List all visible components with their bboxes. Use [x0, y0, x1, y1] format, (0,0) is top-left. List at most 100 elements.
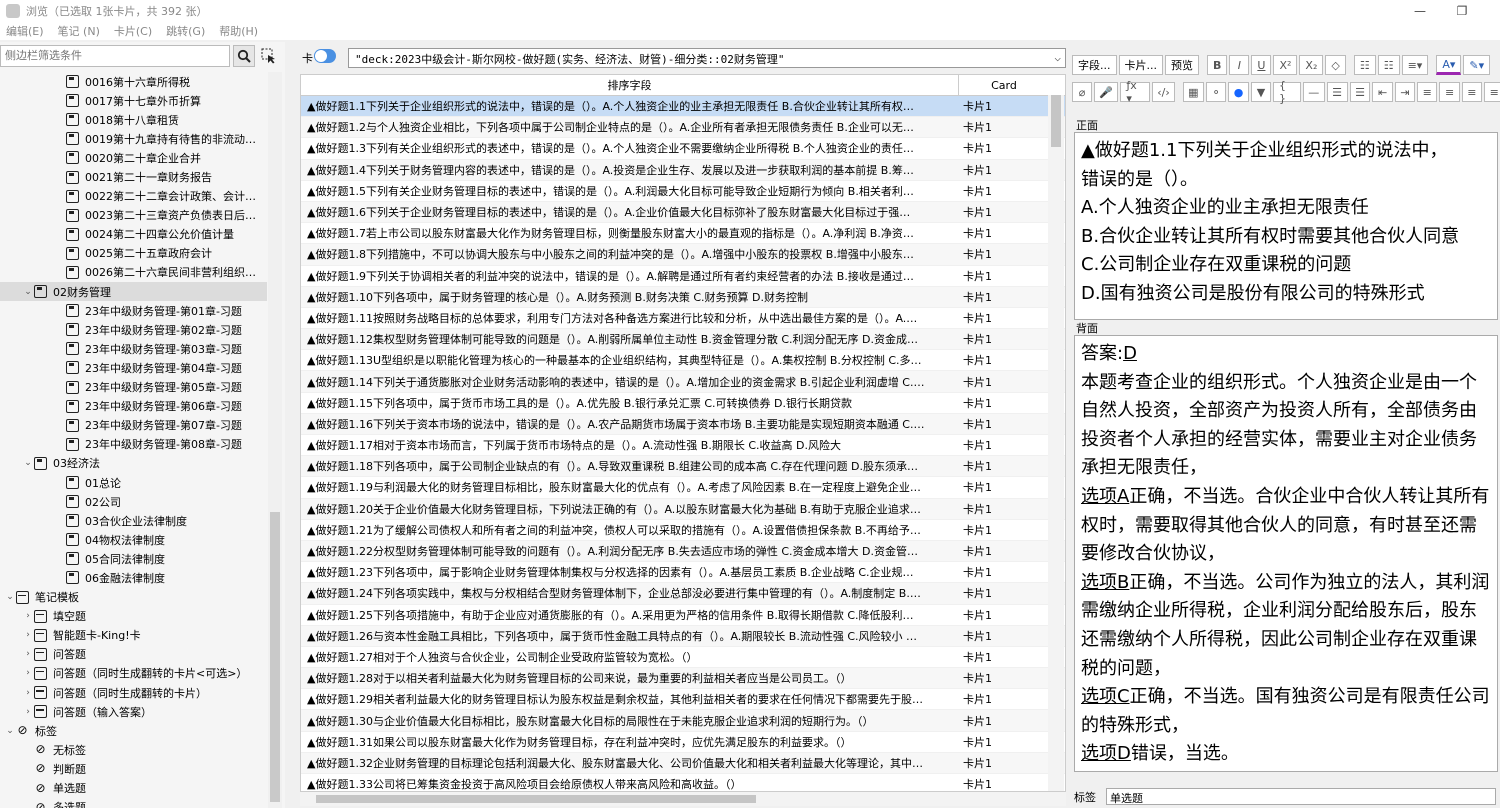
table-row[interactable]: ▲做好题1.8下列措施中，不可以协调大股东与中小股东之间的利益冲突的是（）。A.…: [301, 244, 1065, 266]
chevron-right-icon[interactable]: ›: [22, 707, 34, 717]
table-icon[interactable]: ▦: [1182, 82, 1204, 102]
table-row[interactable]: ▲做好题1.12集权型财务管理体制可能导致的问题是（）。A.削弱所属单位主动性 …: [301, 329, 1065, 351]
table-row[interactable]: ▲做好题1.26与资本性金融工具相比，下列各项中，属于货币性金融工具特点的有（）…: [301, 625, 1065, 647]
sidebar-tree-item[interactable]: 23年中级财务管理-第03章-习题: [0, 339, 267, 358]
minimize-button[interactable]: —: [1412, 3, 1428, 19]
cards-notes-toggle[interactable]: [314, 49, 336, 63]
chevron-right-icon[interactable]: ›: [22, 668, 34, 678]
menu-go[interactable]: 跳转(G): [166, 23, 205, 39]
align-left-icon[interactable]: ≡: [1417, 82, 1438, 102]
list-icon[interactable]: ☰: [1326, 82, 1348, 102]
sidebar-tree-item[interactable]: 02公司: [0, 492, 267, 511]
table-row[interactable]: ▲做好题1.25下列各项措施中，有助于企业应对通货膨胀的有（）。A.采用更为严格…: [301, 605, 1065, 626]
table-row[interactable]: ▲做好题1.10下列各项中，属于财务管理的核心是（）。A.财务预测 B.财务决策…: [301, 286, 1065, 308]
table-row[interactable]: ▲做好题1.27相对于个人独资与合伙企业，公司制企业受政府监管较为宽松。（） 卡片…: [301, 647, 1065, 669]
table-row[interactable]: ▲做好题1.2与个人独资企业相比，下列各项中属于公司制企业特点的是（）。A.企业…: [301, 117, 1065, 139]
align-center-icon[interactable]: ≡: [1439, 82, 1460, 102]
table-row[interactable]: ▲做好题1.29相关者利益最大化的财务管理目标认为股东权益是剩余权益，其他利益相…: [301, 689, 1065, 711]
restore-button[interactable]: ❐: [1454, 3, 1470, 19]
search-button[interactable]: [233, 45, 255, 67]
table-row[interactable]: ▲做好题1.1下列关于企业组织形式的说法中，错误的是（）。A.个人独资企业的业主…: [301, 96, 1065, 118]
table-row[interactable]: ▲做好题1.6下列关于企业财务管理目标的表述中，错误的是（）。A.企业价值最大化…: [301, 201, 1065, 224]
sidebar-scrollbar[interactable]: [268, 72, 282, 808]
underline-button[interactable]: U: [1251, 55, 1272, 75]
sidebar-tree-item[interactable]: 0018第十八章租赁: [0, 110, 267, 129]
table-row[interactable]: ▲做好题1.11按照财务战略目标的总体要求，利用专门方法对各种备选方案进行比较和…: [301, 308, 1065, 330]
code-braces-icon[interactable]: { }: [1272, 79, 1301, 105]
menu-help[interactable]: 帮助(H): [219, 23, 258, 39]
table-row[interactable]: ▲做好题1.32企业财务管理的目标理论包括利润最大化、股东财富最大化、公司价值最…: [301, 752, 1065, 774]
table-row[interactable]: ▲做好题1.15下列各项中，属于货币市场工具的是（）。A.优先股 B.银行承兑汇…: [301, 393, 1065, 414]
table-row[interactable]: ▲做好题1.4下列关于财务管理内容的表述中，错误的是（）。A.投资是企业生存、发…: [301, 159, 1065, 181]
sidebar-tree-item[interactable]: ⌄ 03经济法: [0, 454, 267, 473]
menu-edit[interactable]: 编辑(E): [6, 23, 44, 39]
table-row[interactable]: ▲做好题1.22分权型财务管理体制可能导致的问题有（）。A.利润分配无序 B.失…: [301, 540, 1065, 563]
eraser-icon[interactable]: ◇: [1325, 55, 1346, 75]
chevron-down-icon[interactable]: ⌄: [4, 726, 16, 736]
horizontal-rule-icon[interactable]: —: [1302, 82, 1325, 102]
sidebar-tree-item[interactable]: › 问答题: [0, 645, 267, 664]
superscript-button[interactable]: X²: [1273, 55, 1298, 75]
sidebar-tree-item[interactable]: 0023第二十三章资产负债表日后…: [0, 206, 267, 225]
sidebar-search-input[interactable]: [0, 45, 230, 67]
chevron-right-icon[interactable]: ›: [22, 649, 34, 659]
sidebar-tree-item[interactable]: 23年中级财务管理-第06章-习题: [0, 397, 267, 416]
sidebar-tree-item[interactable]: ⊘ 单选题: [0, 778, 267, 797]
text-color-icon[interactable]: A▾: [1436, 55, 1462, 75]
unordered-list-icon[interactable]: ☷: [1353, 55, 1376, 75]
sidebar-tree-item[interactable]: 0020第二十章企业合并: [0, 148, 267, 167]
table-row[interactable]: ▲做好题1.16下列关于资本市场的说法中，错误的是（）。A.农产品期货市场属于资…: [301, 413, 1065, 435]
bold-button[interactable]: B: [1207, 55, 1228, 75]
sidebar-tree-item[interactable]: › 问答题（输入答案）: [0, 702, 267, 721]
sidebar-tree-item[interactable]: ⊘ 多选题: [0, 798, 267, 808]
sidebar-tree-item[interactable]: 23年中级财务管理-第07章-习题: [0, 416, 267, 435]
table-row[interactable]: ▲做好题1.7若上市公司以股东财富最大化作为财务管理目标，则衡量股东财富大小的最…: [301, 223, 1065, 245]
sidebar-tree-item[interactable]: 03合伙企业法律制度: [0, 511, 267, 530]
sidebar-tree-item[interactable]: 0017第十七章外币折算: [0, 91, 267, 110]
sidebar-tree-item[interactable]: ⊘ 无标签: [0, 740, 267, 759]
column-header-sort-field[interactable]: 排序字段: [301, 75, 959, 95]
table-row[interactable]: ▲做好题1.9下列关于协调相关者的利益冲突的说法中，错误的是（）。A.解聘是通过…: [301, 266, 1065, 287]
chevron-right-icon[interactable]: ›: [22, 688, 34, 698]
table-row[interactable]: ▲做好题1.33公司将已筹集资金投资于高风险项目会给原债权人带来高风险和高收益。…: [301, 774, 1065, 791]
table-row[interactable]: ▲做好题1.30与企业价值最大化目标相比，股东财富最大化目标的局限性在于未能克服…: [301, 710, 1065, 732]
sidebar-tree-item[interactable]: 0026第二十六章民间非营利组织…: [0, 263, 267, 282]
browser-search-combo[interactable]: "deck:2023中级会计-斯尔网校-做好题(实务、经济法、财管)-细分类::…: [348, 48, 1066, 68]
dropdown-icon[interactable]: ▼: [1250, 82, 1271, 102]
table-row[interactable]: ▲做好题1.19与利润最大化的财务管理目标相比，股东财富最大化的优点有（）。A.…: [301, 477, 1065, 499]
chevron-right-icon[interactable]: ›: [22, 630, 34, 640]
table-row[interactable]: ▲做好题1.23下列各项中，属于影响企业财务管理体制集权与分权选择的因素有（）。…: [301, 562, 1065, 584]
table-hscrollbar[interactable]: [300, 792, 1066, 806]
outdent-icon[interactable]: ⇤: [1372, 82, 1393, 102]
table-scroll-thumb[interactable]: [1051, 95, 1061, 147]
sidebar-scroll-thumb[interactable]: [270, 512, 280, 802]
sidebar-tree-item[interactable]: › 问答题（同时生成翻转的卡片<可选>）: [0, 664, 267, 683]
select-tool-button[interactable]: [258, 45, 280, 67]
back-field[interactable]: 答案:D 本题考查企业的组织形式。个人独资企业是由一个自然人投资，全部资产为投资…: [1074, 335, 1498, 772]
align-justify-icon[interactable]: ≡: [1484, 82, 1500, 102]
menu-cards[interactable]: 卡片(C): [114, 23, 152, 39]
sidebar-tree-item[interactable]: 0019第十九章持有待售的非流动…: [0, 129, 267, 148]
table-row[interactable]: ▲做好题1.5下列有关企业财务管理目标的表述中，错误的是（）。A.利润最大化目标…: [301, 181, 1065, 202]
sidebar-tree-item[interactable]: 0022第二十二章会计政策、会计…: [0, 187, 267, 206]
sidebar-tree-item[interactable]: 23年中级财务管理-第01章-习题: [0, 301, 267, 320]
sidebar-tree-item[interactable]: 23年中级财务管理-第05章-习题: [0, 378, 267, 397]
preview-button[interactable]: 预览: [1165, 55, 1199, 75]
table-row[interactable]: ▲做好题1.17相对于资本市场而言，下列属于货币市场特点的是（）。A.流动性强 …: [301, 435, 1065, 457]
attach-icon[interactable]: ⌀: [1072, 82, 1092, 102]
highlight-color-icon[interactable]: ✎▾: [1463, 55, 1491, 75]
align-right-icon[interactable]: ≡: [1461, 82, 1483, 102]
table-row[interactable]: ▲做好题1.31如果公司以股东财富最大化作为财务管理目标，存在利益冲突时，应优先…: [301, 732, 1065, 753]
sidebar-tree-item[interactable]: › 问答题（同时生成翻转的卡片）: [0, 683, 267, 702]
table-row[interactable]: ▲做好题1.18下列各项中，属于公司制企业缺点的有（）。A.导致双重课税 B.组…: [301, 456, 1065, 478]
chevron-down-icon[interactable]: ⌄: [22, 287, 34, 297]
sidebar-tree-item[interactable]: 0025第二十五章政府会计: [0, 244, 267, 263]
sidebar-tree-item[interactable]: › 填空题: [0, 607, 267, 626]
sidebar-tree-item[interactable]: 23年中级财务管理-第08章-习题: [0, 435, 267, 454]
sidebar-tree-item[interactable]: ⊘ 判断题: [0, 759, 267, 778]
table-hscroll-thumb[interactable]: [316, 795, 756, 803]
sidebar-tree-item[interactable]: ⌄ ⊘ 标签: [0, 721, 267, 740]
subscript-button[interactable]: X₂: [1299, 55, 1324, 75]
indent-icon[interactable]: ⇥: [1394, 82, 1416, 102]
align-dropdown-icon[interactable]: ≡▾: [1401, 55, 1429, 75]
